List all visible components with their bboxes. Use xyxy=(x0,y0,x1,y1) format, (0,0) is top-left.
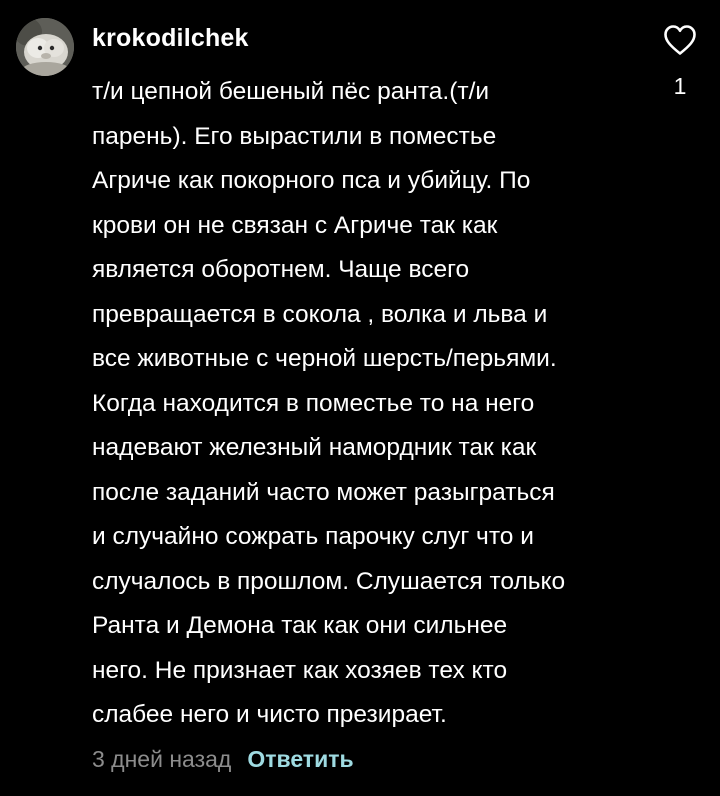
comment-line: является оборотнем. Чаще всего xyxy=(92,256,470,283)
comment-body: т/и цепной бешеный пёс ранта.(т/и парень… xyxy=(92,70,632,738)
comment-line: все животные с черной шерсть/перьями. xyxy=(92,345,557,372)
comment-line: крови он не связан с Агриче так как xyxy=(92,211,498,239)
comment-meta: 3 дней назад Ответить xyxy=(92,742,354,776)
comment-line: слабее него и чисто презирает. xyxy=(92,701,447,728)
comment-line: надевают железный намордник так как xyxy=(92,434,537,461)
comment-item: krokodilchek т/и цепной бешеный пёс рант… xyxy=(0,0,720,796)
comment-line: превращается в сокола , волка и льва и xyxy=(92,300,548,328)
avatar-image xyxy=(16,18,74,76)
comment-line: т/и цепной бешеный пёс ранта.(т/и xyxy=(92,78,490,105)
comment-line: Агриче как покорного пса и убийцу. По xyxy=(92,167,531,194)
comment-line: него. Не признает как хозяев тех кто xyxy=(92,656,508,684)
avatar[interactable] xyxy=(16,18,74,76)
heart-outline-icon[interactable] xyxy=(663,24,697,56)
like-count: 1 xyxy=(673,73,687,99)
comment-line: после заданий часто может разыграться xyxy=(92,478,555,506)
like-control: 1 xyxy=(656,24,704,100)
comment-username[interactable]: krokodilchek xyxy=(92,22,249,54)
comment-line: парень). Его вырастили в поместье xyxy=(92,122,497,150)
comment-line: и случайно сожрать парочку слуг что и xyxy=(92,523,534,550)
comment-timestamp: 3 дней назад xyxy=(92,745,232,772)
comment-line: случалось в прошлом. Слушается только xyxy=(92,567,566,595)
comment-line: Когда находится в поместье то на него xyxy=(92,389,535,417)
reply-button[interactable]: Ответить xyxy=(247,746,353,773)
comment-line: Ранта и Демона так как они сильнее xyxy=(92,612,508,639)
